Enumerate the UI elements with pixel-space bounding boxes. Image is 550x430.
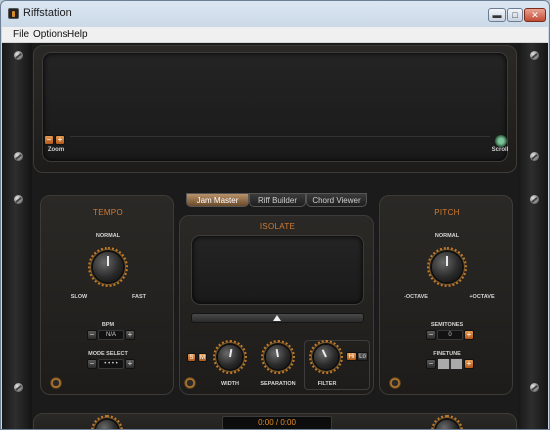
menu-file[interactable]: File [13,29,29,40]
isolate-title: ISOLATE [259,222,296,231]
menu-bar: File Options Help [2,27,548,43]
tab-chord-viewer[interactable]: Chord Viewer [306,193,367,207]
filter-lo-button[interactable]: Lo [357,352,368,361]
pan-slider[interactable] [191,313,364,323]
tempo-panel: TEMPO NORMAL SLOW FAST BPM − N/A + MODE … [40,195,174,395]
transport-panel: 0:00 / 0:00 [33,413,517,429]
tempo-fast-label: FAST [131,294,147,300]
screw-icon [530,152,539,161]
screw-icon [14,195,23,204]
screw-icon [14,383,23,392]
filter-knob[interactable] [309,340,343,374]
scroll-toggle-button[interactable] [495,135,507,147]
menu-options[interactable]: Options [33,29,67,40]
finetune-slider[interactable] [437,358,463,370]
pitch-title: PITCH [434,208,460,217]
plus-octave-label: +OCTAVE [469,294,495,300]
app-icon [8,8,19,19]
isolate-panel: ISOLATE S M WIDTH SEPARATION FILTER Hi L… [179,215,374,395]
minimize-button[interactable]: ▬ [488,8,506,22]
scroll-label: Scroll [491,147,509,153]
finetune-decrease-button[interactable]: − [426,359,436,369]
maximize-button[interactable]: □ [507,8,523,22]
menu-help[interactable]: Help [67,29,88,40]
mute-button[interactable]: M [198,353,207,362]
semitones-label: SEMITONES [430,322,464,328]
zoom-out-button[interactable]: − [44,135,54,145]
app-window: Riffstation ▬ □ ✕ File Options Help − + … [0,0,550,430]
bpm-increase-button[interactable]: + [125,330,135,340]
filter-label: FILTER [317,381,337,387]
title-bar[interactable]: Riffstation ▬ □ ✕ [1,1,549,27]
screw-icon [530,51,539,60]
pan-slider-handle[interactable] [273,315,281,321]
mode-display: • • • • [98,359,124,369]
window-title: Riffstation [23,7,72,19]
waveform-display[interactable] [42,52,508,162]
mode-prev-button[interactable]: − [87,359,97,369]
tempo-title: TEMPO [93,208,123,217]
volume-knob[interactable] [91,415,123,429]
tempo-slow-label: SLOW [70,294,88,300]
isolate-display[interactable] [191,235,364,305]
left-rack-rail [2,43,32,429]
right-rack-rail [518,43,548,429]
zoom-label: Zoom [47,147,65,153]
screw-icon [14,51,23,60]
pitch-panel: PITCH NORMAL -OCTAVE +OCTAVE SEMITONES −… [379,195,513,395]
scroll-track[interactable] [70,136,490,144]
pitch-power-button[interactable] [389,377,401,389]
finetune-increase-button[interactable]: + [464,359,474,369]
semitones-display: 0 [437,330,463,340]
bpm-display: N/A [98,330,124,340]
separation-label: SEPARATION [260,381,296,387]
solo-button[interactable]: S [187,353,196,362]
screw-icon [530,195,539,204]
tempo-knob[interactable] [88,247,128,287]
mode-next-button[interactable]: + [125,359,135,369]
bpm-decrease-button[interactable]: − [87,330,97,340]
speed-knob[interactable] [431,415,463,429]
semitones-decrease-button[interactable]: − [426,330,436,340]
finetune-label: FINETUNE [433,351,461,357]
filter-hi-button[interactable]: Hi [346,352,357,361]
separation-knob[interactable] [261,340,295,374]
mode-select-label: MODE SELECT [88,351,128,357]
semitones-increase-button[interactable]: + [464,330,474,340]
isolate-power-button[interactable] [184,377,196,389]
screw-icon [530,383,539,392]
app-body: − + Zoom Scroll Jam Master Riff Builder … [2,43,548,429]
screw-icon [14,152,23,161]
pitch-knob[interactable] [427,247,467,287]
width-knob[interactable] [213,340,247,374]
time-display: 0:00 / 0:00 [222,416,332,429]
tempo-normal-label: NORMAL [95,233,121,239]
tab-jam-master[interactable]: Jam Master [186,193,249,207]
pitch-normal-label: NORMAL [434,233,460,239]
minus-octave-label: -OCTAVE [404,294,428,300]
bpm-label: BPM [101,322,115,328]
tab-riff-builder[interactable]: Riff Builder [249,193,306,207]
close-button[interactable]: ✕ [524,8,546,22]
waveform-panel: − + Zoom Scroll [33,45,517,173]
tempo-power-button[interactable] [50,377,62,389]
zoom-in-button[interactable]: + [55,135,65,145]
width-label: WIDTH [220,381,240,387]
